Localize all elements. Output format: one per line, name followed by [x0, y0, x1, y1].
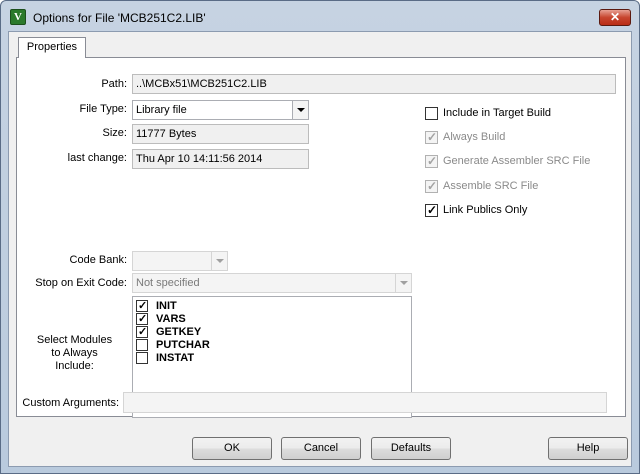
check-icon: ✓: [427, 179, 438, 193]
select-modules-label: Select Modules to Always Include:: [27, 334, 122, 373]
check-icon: ✓: [138, 326, 148, 338]
include-in-target-build-label: Include in Target Build: [443, 107, 552, 119]
module-name: INSTAT: [156, 352, 195, 364]
generate-assembler-src-label: Generate Assembler SRC File: [443, 155, 591, 167]
stop-on-exit-code-value: Not specified: [136, 277, 200, 289]
code-bank-label: Code Bank:: [69, 254, 127, 266]
module-name: PUTCHAR: [156, 339, 210, 351]
file-type-label: File Type:: [79, 103, 128, 115]
help-button[interactable]: Help: [548, 437, 628, 460]
check-icon: ✓: [138, 300, 148, 312]
size-field: 11777 Bytes: [132, 124, 309, 144]
select-modules-label-line3: Include:: [55, 360, 94, 372]
custom-arguments-field[interactable]: [123, 392, 607, 413]
custom-arguments-label: Custom Arguments:: [22, 397, 119, 409]
last-change-label: last change:: [67, 152, 127, 164]
check-icon: ✓: [138, 313, 148, 325]
chevron-down-icon[interactable]: [211, 252, 227, 270]
dialog-client-area: Properties Path: ..\MCBx51\MCB251C2.LIB …: [8, 31, 632, 467]
path-label: Path:: [101, 78, 127, 90]
checkbox-box[interactable]: ✓: [425, 179, 438, 193]
checkbox-box[interactable]: ✓: [136, 313, 148, 325]
defaults-button[interactable]: Defaults: [371, 437, 451, 460]
code-bank-select[interactable]: [132, 251, 228, 271]
title-bar[interactable]: V Options for File 'MCB251C2.LIB' ✕: [1, 1, 639, 31]
size-label: Size:: [102, 127, 127, 139]
check-icon: ✓: [427, 203, 438, 217]
always-build-label: Always Build: [443, 131, 506, 143]
file-type-value: Library file: [136, 104, 187, 116]
chevron-down-icon[interactable]: [395, 274, 411, 292]
file-type-select[interactable]: Library file: [132, 100, 309, 120]
link-publics-only-label: Link Publics Only: [443, 204, 528, 216]
chevron-down-icon[interactable]: [292, 101, 308, 119]
options-dialog: V Options for File 'MCB251C2.LIB' ✕ Prop…: [0, 0, 640, 474]
cancel-button[interactable]: Cancel: [281, 437, 361, 460]
checkbox-box[interactable]: [136, 339, 148, 351]
check-icon: ✓: [427, 154, 438, 168]
checkbox-box[interactable]: [136, 352, 148, 364]
checkbox-box[interactable]: ✓: [425, 130, 438, 144]
checkbox-box[interactable]: ✓: [425, 154, 438, 168]
checkbox-box[interactable]: ✓: [425, 203, 438, 217]
ok-button[interactable]: OK: [192, 437, 272, 460]
checkbox-box[interactable]: ✓: [136, 326, 148, 338]
select-modules-label-line1: Select Modules: [36, 334, 113, 346]
check-icon: ✓: [427, 130, 438, 144]
last-change-field: Thu Apr 10 14:11:56 2014: [132, 149, 309, 169]
checkbox-box[interactable]: ✓: [136, 300, 148, 312]
module-name: VARS: [156, 313, 186, 325]
select-modules-label-line2: to Always: [51, 347, 98, 359]
close-button[interactable]: ✕: [599, 9, 631, 26]
assemble-src-file-label: Assemble SRC File: [443, 180, 539, 192]
checkbox-box[interactable]: [425, 107, 438, 120]
stop-on-exit-code-select[interactable]: Not specified: [132, 273, 412, 293]
module-name: INIT: [156, 300, 177, 312]
window-title: Options for File 'MCB251C2.LIB': [33, 11, 206, 25]
stop-on-exit-code-label: Stop on Exit Code:: [35, 277, 127, 289]
tab-properties[interactable]: Properties: [18, 37, 86, 58]
path-field[interactable]: ..\MCBx51\MCB251C2.LIB: [132, 74, 616, 94]
module-name: GETKEY: [156, 326, 202, 338]
uvision-app-icon: V: [10, 9, 26, 25]
properties-panel: Path: ..\MCBx51\MCB251C2.LIB File Type: …: [16, 57, 626, 418]
